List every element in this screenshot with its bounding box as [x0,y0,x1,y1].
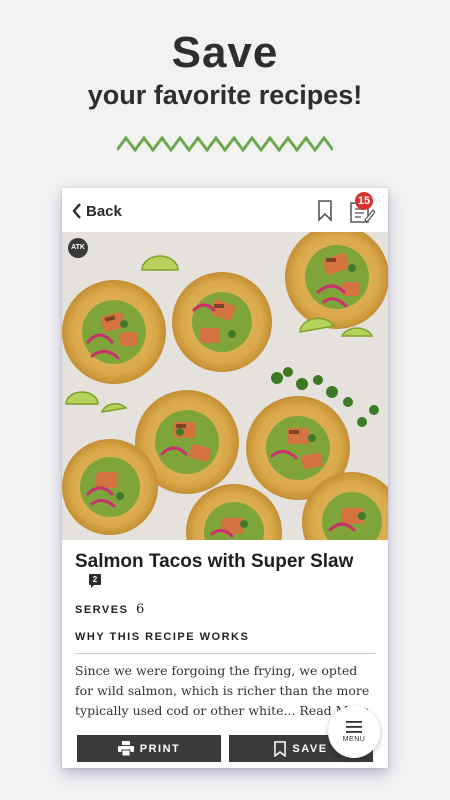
bookmark-icon[interactable] [317,200,333,222]
section-divider [75,653,375,654]
salmon-tacos-photo [62,232,388,540]
list-count-badge: 15 [355,192,373,210]
serves-row: SERVES 6 [75,602,144,617]
print-button[interactable]: PRINT [77,735,221,762]
zigzag-divider [117,135,333,153]
phone-screen: Back 15 ATK Salmon Tacos with Super Slaw… [62,188,388,768]
why-heading: WHY THIS RECIPE WORKS [75,631,250,643]
top-bar: Back 15 [62,188,388,232]
bookmark-icon [274,740,287,757]
recipe-hero-image: ATK [62,232,388,540]
chevron-left-icon [72,203,81,219]
back-label: Back [86,202,122,220]
printer-icon [117,741,134,756]
back-button[interactable]: Back [72,200,122,222]
promo-subtitle: your favorite recipes! [87,80,363,110]
recipe-title: Salmon Tacos with Super Slaw [75,551,354,572]
serves-label: SERVES [75,604,129,616]
hamburger-icon [346,721,362,733]
serves-value: 6 [136,602,145,617]
menu-button[interactable]: MENU [328,706,380,758]
print-label: PRINT [139,742,181,755]
save-label: SAVE [292,742,328,755]
promo-title: Save [171,28,279,77]
atk-logo: ATK [68,238,88,258]
comment-count-badge[interactable]: 2 [89,574,101,588]
why-body-text[interactable]: Since we were forgoing the frying, we op… [75,661,375,721]
menu-label: MENU [342,736,366,743]
